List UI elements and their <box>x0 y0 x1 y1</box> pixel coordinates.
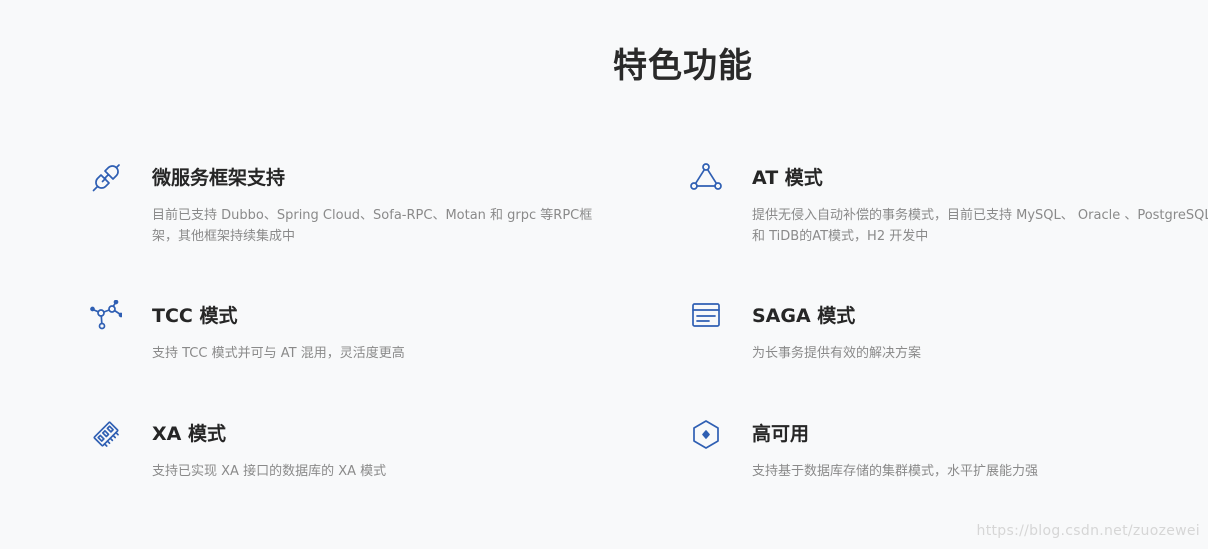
feature-title: AT 模式 <box>752 167 823 189</box>
feature-title: SAGA 模式 <box>752 305 856 327</box>
triangle-nodes-icon <box>690 162 722 194</box>
plug-icon <box>90 162 122 194</box>
feature-description: 为长事务提供有效的解决方案 <box>752 346 922 361</box>
feature-description: 目前已支持 Dubbo、Spring Cloud、Sofa-RPC、Motan … <box>152 208 593 244</box>
page-title: 特色功能 <box>613 46 753 86</box>
feature-title: 微服务框架支持 <box>152 167 286 189</box>
feature-description: 支持已实现 XA 接口的数据库的 XA 模式 <box>152 464 387 479</box>
watermark: https://blog.csdn.net/zuozewei <box>976 523 1200 539</box>
hexagon-icon <box>690 418 722 450</box>
feature-description: 支持基于数据库存储的集群模式，水平扩展能力强 <box>752 464 1039 479</box>
feature-title: XA 模式 <box>152 423 226 445</box>
feature-description: 支持 TCC 模式并可与 AT 混用，灵活度更高 <box>152 346 405 361</box>
feature-title: 高可用 <box>752 423 810 445</box>
molecule-icon <box>90 300 122 332</box>
memory-chip-icon <box>90 418 122 450</box>
feature-description: 提供无侵入自动补偿的事务模式，目前已支持 MySQL、 Oracle 、Post… <box>752 208 1208 244</box>
feature-title: TCC 模式 <box>152 305 238 327</box>
terminal-window-icon <box>690 300 722 332</box>
